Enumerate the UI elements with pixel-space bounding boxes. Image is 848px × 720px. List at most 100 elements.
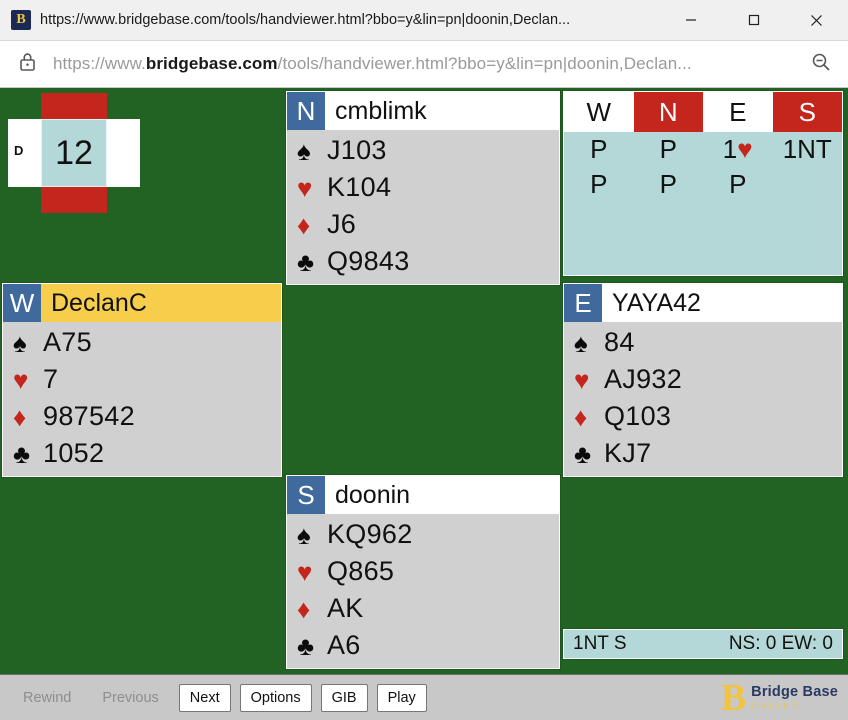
vulnerability-north: [41, 93, 107, 119]
hand-west: W DeclanC ♠ A75 ♥ 7 ♦ 987542 ♣ 1052: [2, 283, 282, 477]
suit-row-hearts: ♥ AJ932: [564, 361, 842, 398]
bid-level: P: [659, 134, 677, 164]
hand-header-north: N cmblimk: [287, 92, 559, 130]
bid-cell: [773, 167, 843, 202]
suit-row-diamonds: ♦ Q103: [564, 398, 842, 435]
auction-header-row: W N E S: [564, 92, 842, 132]
suit-row-diamonds: ♦ AK: [287, 590, 559, 627]
hand-north: N cmblimk ♠ J103 ♥ K104 ♦ J6 ♣ Q9843: [286, 91, 560, 285]
bridge-base-online-logo: B Bridge Base ONLINE: [721, 679, 838, 717]
bbo-name: Bridge Base: [751, 684, 838, 701]
hand-header-west: W DeclanC: [3, 284, 281, 322]
bottom-toolbar: Rewind Previous Next Options GIB Play B …: [0, 674, 848, 720]
vulnerability-east: [107, 119, 140, 187]
spade-cards[interactable]: A75: [43, 329, 92, 356]
player-name-west: DeclanC: [41, 284, 281, 322]
address-bar[interactable]: https://www.bridgebase.com/tools/handvie…: [0, 41, 848, 88]
bbo-wordmark: Bridge Base ONLINE: [751, 685, 838, 710]
spade-icon: ♠: [13, 327, 27, 358]
bid-level: 1: [722, 134, 738, 164]
url-suffix: /tools/handviewer.html?bbo=y&lin=pn|doon…: [277, 54, 692, 73]
board-indicator: 12 D: [8, 93, 140, 213]
auction-box: W N E S P P 1 ♥ 1NT P P P: [563, 91, 843, 276]
heart-cards[interactable]: Q865: [327, 558, 394, 585]
bid-cell: P: [703, 167, 773, 202]
heart-cards[interactable]: 7: [43, 366, 58, 393]
contract-text: 1NT S: [573, 633, 627, 654]
auction-header-north: N: [633, 92, 703, 132]
window-title: https://www.bridgebase.com/tools/handvie…: [40, 12, 571, 28]
diamond-cards[interactable]: Q103: [604, 403, 671, 430]
zoom-out-icon[interactable]: [810, 51, 832, 78]
close-button[interactable]: [785, 0, 848, 41]
heart-cards[interactable]: AJ932: [604, 366, 682, 393]
bid-suit-icon: ♥: [737, 134, 753, 164]
suit-row-diamonds: ♦ J6: [287, 206, 559, 243]
player-name-south: doonin: [325, 476, 559, 514]
cards-north: ♠ J103 ♥ K104 ♦ J6 ♣ Q9843: [287, 130, 559, 284]
heart-icon: ♥: [574, 364, 590, 395]
bid-cell: 1 ♥: [703, 132, 773, 167]
options-button[interactable]: Options: [239, 683, 312, 712]
auction-row: P P P: [564, 167, 842, 202]
club-cards[interactable]: Q9843: [327, 248, 410, 275]
bid-cell: P: [564, 167, 634, 202]
suit-row-hearts: ♥ 7: [3, 361, 281, 398]
diamond-icon: ♦: [13, 401, 27, 432]
bbo-tagline: ONLINE: [751, 702, 802, 710]
title-bar: B https://www.bridgebase.com/tools/handv…: [0, 0, 848, 41]
suit-row-spades: ♠ KQ962: [287, 516, 559, 553]
spade-icon: ♠: [297, 135, 311, 166]
minimize-button[interactable]: [659, 0, 722, 41]
dealer-marker: D: [14, 143, 24, 158]
padlock-icon: [18, 51, 37, 78]
vulnerability-south: [41, 187, 107, 213]
club-icon: ♣: [574, 438, 592, 469]
suit-row-clubs: ♣ A6: [287, 627, 559, 664]
heart-cards[interactable]: K104: [327, 174, 391, 201]
suit-row-clubs: ♣ KJ7: [564, 435, 842, 472]
spade-cards[interactable]: 84: [604, 329, 635, 356]
bbo-b-icon: B: [11, 10, 31, 30]
spade-cards[interactable]: KQ962: [327, 521, 413, 548]
bid-level: P: [729, 169, 747, 199]
bid-cell: 1NT: [773, 132, 843, 167]
play-button[interactable]: Play: [376, 683, 427, 712]
diamond-cards[interactable]: J6: [327, 211, 356, 238]
maximize-button[interactable]: [722, 0, 785, 41]
club-cards[interactable]: KJ7: [604, 440, 651, 467]
auction-header-south: S: [772, 92, 842, 132]
auction-row: P P 1 ♥ 1NT: [564, 132, 842, 167]
spade-icon: ♠: [574, 327, 588, 358]
spade-cards[interactable]: J103: [327, 137, 387, 164]
bid-cell: P: [634, 132, 704, 167]
seat-badge-north: N: [287, 92, 325, 130]
browser-window: B https://www.bridgebase.com/tools/handv…: [0, 0, 848, 720]
gib-button[interactable]: GIB: [320, 683, 368, 712]
suit-row-spades: ♠ J103: [287, 132, 559, 169]
diamond-icon: ♦: [297, 209, 311, 240]
url-input[interactable]: https://www.bridgebase.com/tools/handvie…: [53, 54, 810, 74]
diamond-cards[interactable]: AK: [327, 595, 364, 622]
club-cards[interactable]: A6: [327, 632, 361, 659]
heart-icon: ♥: [297, 172, 313, 203]
player-name-east: YAYA42: [602, 284, 842, 322]
diamond-cards[interactable]: 987542: [43, 403, 135, 430]
bridge-table: 12 D N cmblimk ♠ J103 ♥ K104 ♦ J6 ♣ Q984…: [0, 88, 848, 674]
spade-icon: ♠: [297, 519, 311, 550]
player-name-north: cmblimk: [325, 92, 559, 130]
seat-badge-east: E: [564, 284, 602, 322]
bid-cell: P: [634, 167, 704, 202]
cards-west: ♠ A75 ♥ 7 ♦ 987542 ♣ 1052: [3, 322, 281, 476]
seat-badge-south: S: [287, 476, 325, 514]
suit-row-hearts: ♥ K104: [287, 169, 559, 206]
next-button[interactable]: Next: [178, 683, 231, 712]
bid-cell: P: [564, 132, 634, 167]
suit-row-clubs: ♣ Q9843: [287, 243, 559, 280]
club-icon: ♣: [13, 438, 31, 469]
rewind-button: Rewind: [23, 689, 72, 706]
heart-icon: ♥: [297, 556, 313, 587]
url-prefix: https://www.: [53, 54, 146, 73]
club-cards[interactable]: 1052: [43, 440, 104, 467]
score-text: NS: 0 EW: 0: [728, 633, 833, 654]
